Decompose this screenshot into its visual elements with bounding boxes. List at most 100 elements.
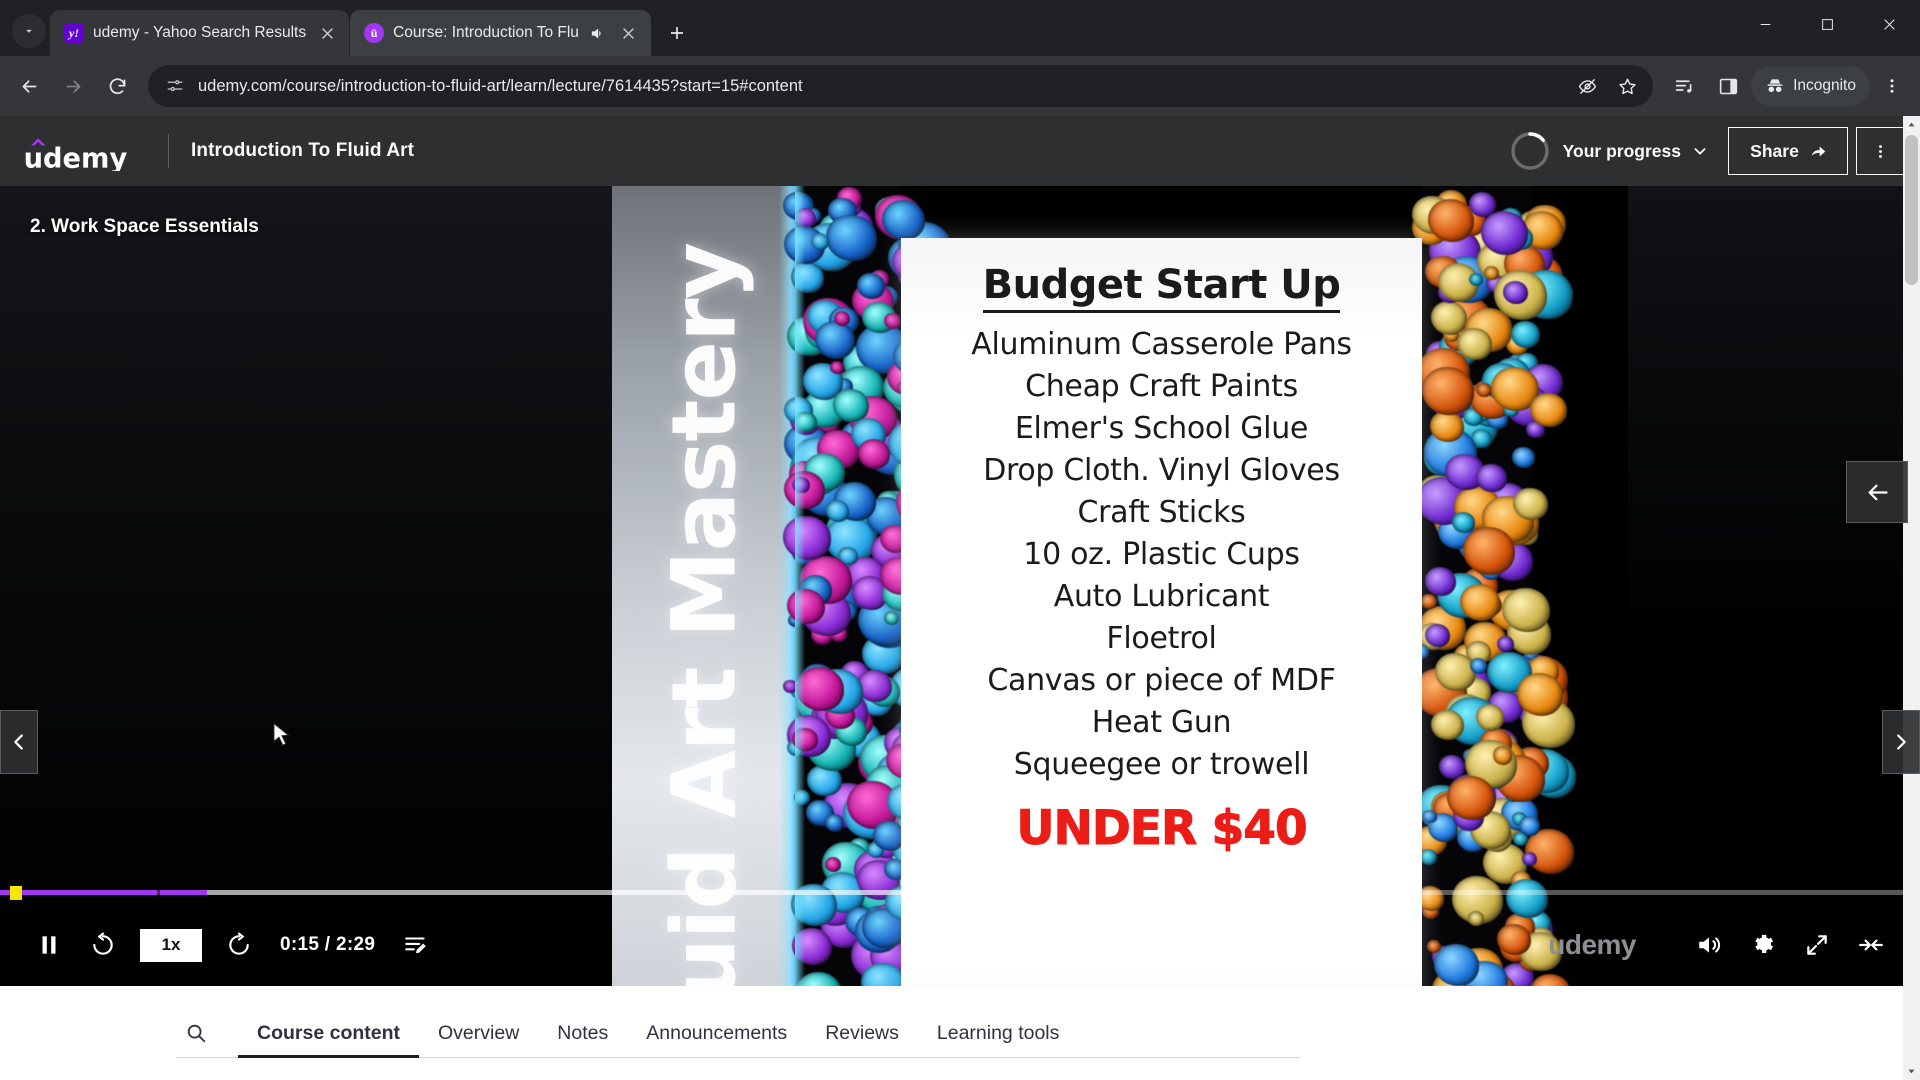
settings-gear-icon[interactable] bbox=[1736, 918, 1790, 972]
decorative-cell bbox=[1529, 392, 1567, 427]
control-row: 1x 0:15 / 2:29 udemy bbox=[0, 908, 1920, 982]
progress-menu[interactable]: Your progress bbox=[1508, 129, 1708, 173]
tab-strip: y! udemy - Yahoo Search Results ū Course… bbox=[0, 0, 1920, 56]
scroll-down-icon[interactable] bbox=[1903, 1063, 1920, 1080]
page-scrollbar[interactable] bbox=[1903, 116, 1920, 1080]
decorative-cell bbox=[825, 857, 842, 873]
tab-audio-icon[interactable] bbox=[588, 25, 608, 42]
decorative-cell bbox=[1419, 848, 1437, 865]
progress-label: Your progress bbox=[1562, 140, 1681, 161]
decorative-cell bbox=[1476, 463, 1507, 493]
more-options-button[interactable] bbox=[1856, 127, 1904, 175]
tab-search-icon[interactable] bbox=[12, 14, 46, 48]
tab-reviews[interactable]: Reviews bbox=[806, 986, 918, 1080]
header-divider bbox=[168, 134, 169, 168]
new-tab-icon[interactable] bbox=[660, 16, 694, 50]
tab-label: Reviews bbox=[825, 1021, 899, 1044]
close-icon[interactable] bbox=[617, 21, 641, 45]
decorative-cell bbox=[810, 233, 830, 251]
decorative-cell bbox=[829, 360, 844, 374]
previous-lecture-button[interactable] bbox=[0, 710, 38, 774]
playback-speed-button[interactable]: 1x bbox=[140, 928, 202, 962]
slide-list-item: Heat Gun bbox=[1091, 705, 1232, 740]
tab-label: Overview bbox=[438, 1021, 520, 1044]
scrollbar-thumb[interactable] bbox=[1905, 135, 1918, 285]
incognito-label: Incognito bbox=[1793, 77, 1856, 94]
transcript-icon[interactable] bbox=[389, 918, 443, 972]
browser-tab-1[interactable]: y! udemy - Yahoo Search Results bbox=[50, 10, 350, 56]
udemy-logo-icon: udemy bbox=[24, 138, 128, 171]
search-icon[interactable] bbox=[176, 1013, 216, 1053]
incognito-indicator[interactable]: Incognito bbox=[1751, 66, 1870, 106]
minimize-icon[interactable] bbox=[1734, 0, 1796, 48]
seek-bar[interactable] bbox=[0, 886, 1920, 900]
decorative-cell bbox=[1517, 673, 1564, 716]
eye-slash-icon[interactable] bbox=[1569, 68, 1605, 104]
cell-border-left bbox=[783, 186, 952, 986]
rewind-10-button[interactable] bbox=[76, 918, 130, 972]
star-icon[interactable] bbox=[1609, 68, 1645, 104]
side-panel-icon[interactable] bbox=[1707, 65, 1749, 107]
maximize-icon[interactable] bbox=[1796, 0, 1858, 48]
decorative-cell bbox=[1430, 411, 1464, 443]
decorative-cell bbox=[1513, 488, 1548, 520]
url-text: udemy.com/course/introduction-to-fluid-a… bbox=[198, 76, 803, 95]
video-controls: 1x 0:15 / 2:29 udemy bbox=[0, 886, 1920, 986]
site-settings-icon[interactable] bbox=[162, 73, 188, 99]
close-icon[interactable] bbox=[1858, 0, 1920, 48]
next-lecture-button[interactable] bbox=[1882, 710, 1920, 774]
close-icon[interactable] bbox=[315, 21, 339, 45]
tab-notes[interactable]: Notes bbox=[538, 986, 627, 1080]
decorative-cell bbox=[884, 610, 900, 625]
seek-chapter-marker bbox=[157, 890, 161, 895]
decorative-cell bbox=[1510, 320, 1541, 349]
svg-text:udemy: udemy bbox=[24, 143, 128, 171]
decorative-cell bbox=[1425, 624, 1451, 648]
reading-list-icon[interactable] bbox=[1663, 65, 1705, 107]
left-arrow-icon bbox=[1868, 484, 1888, 500]
decorative-cell bbox=[1460, 583, 1501, 621]
decorative-cell bbox=[872, 821, 905, 851]
browser-tab-2[interactable]: ū Course: Introduction To Flu bbox=[350, 10, 651, 56]
tab-label: Announcements bbox=[646, 1021, 788, 1044]
decorative-cell bbox=[1435, 652, 1477, 691]
address-bar[interactable]: udemy.com/course/introduction-to-fluid-a… bbox=[148, 65, 1654, 107]
slide-list-item: Floetrol bbox=[1106, 621, 1217, 656]
tab-overview[interactable]: Overview bbox=[419, 986, 538, 1080]
fullscreen-icon[interactable] bbox=[1790, 918, 1844, 972]
share-button[interactable]: Share bbox=[1728, 127, 1848, 175]
progress-ring bbox=[1508, 129, 1552, 173]
back-arrow-icon[interactable] bbox=[8, 65, 50, 107]
brand-band: Fluid Art Mastery bbox=[612, 186, 795, 986]
forward-10-button[interactable] bbox=[212, 918, 266, 972]
udemy-logo[interactable]: udemy bbox=[20, 130, 150, 172]
decorative-cell bbox=[1512, 446, 1536, 469]
page-title: Introduction To Fluid Art bbox=[191, 140, 415, 161]
collapse-sidebar-button[interactable] bbox=[1846, 461, 1908, 523]
volume-icon[interactable] bbox=[1682, 918, 1736, 972]
decorative-cell bbox=[1475, 704, 1505, 731]
decorative-cell bbox=[1422, 809, 1438, 824]
exit-expanded-icon[interactable] bbox=[1844, 918, 1898, 972]
tab-learning-tools[interactable]: Learning tools bbox=[918, 986, 1079, 1080]
video-player[interactable]: Fluid Art Mastery Budget Start Up Alumin… bbox=[0, 186, 1920, 986]
scroll-up-icon[interactable] bbox=[1903, 116, 1920, 133]
decorative-cell bbox=[1462, 526, 1516, 575]
pause-button[interactable] bbox=[22, 918, 76, 972]
forward-arrow-icon[interactable] bbox=[52, 65, 94, 107]
slide-list-item: Canvas or piece of MDF bbox=[987, 663, 1336, 698]
tab-announcements[interactable]: Announcements bbox=[627, 986, 806, 1080]
decorative-cell bbox=[1496, 636, 1514, 653]
decorative-cell bbox=[824, 814, 844, 832]
slide-item-list: Aluminum Casserole Pans Cheap Craft Paint… bbox=[901, 327, 1422, 783]
slide-list-item: 10 oz. Plastic Cups bbox=[1023, 537, 1300, 572]
decorative-cell bbox=[858, 439, 891, 469]
reload-icon[interactable] bbox=[96, 65, 138, 107]
three-dot-menu-icon[interactable] bbox=[1872, 66, 1912, 106]
decorative-cell bbox=[1447, 776, 1495, 821]
seek-playhead[interactable] bbox=[10, 886, 22, 900]
tab-course-content[interactable]: Course content bbox=[238, 986, 420, 1080]
decorative-cell bbox=[884, 313, 902, 329]
tab-label: Course content bbox=[257, 1021, 401, 1044]
mouse-cursor bbox=[272, 721, 294, 757]
